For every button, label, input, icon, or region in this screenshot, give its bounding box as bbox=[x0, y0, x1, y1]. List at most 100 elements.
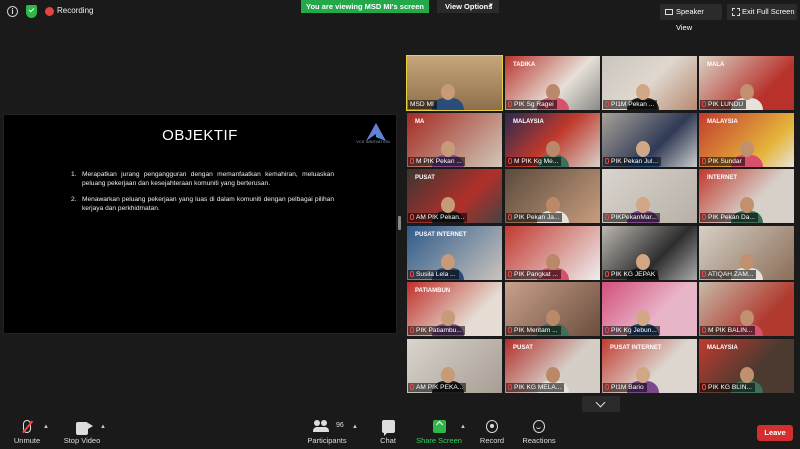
gallery-next-page-button[interactable] bbox=[582, 396, 620, 412]
participant-name: AM PIK Pekan... bbox=[416, 214, 465, 221]
microphone-muted-icon bbox=[410, 327, 414, 333]
participant-name: PIK Pekan Ja... bbox=[514, 214, 560, 221]
participant-name: PIK Pekan Jul... bbox=[611, 158, 658, 165]
participant-tile[interactable]: PIKPekanMar... bbox=[602, 169, 697, 223]
reactions-label: Reactions bbox=[522, 436, 556, 445]
background-sign-text: PUSAT bbox=[415, 175, 435, 181]
participant-tile[interactable]: M PIK BALIN... bbox=[699, 282, 794, 336]
participant-tile[interactable]: PUSAT INTERNET PI1M Bario bbox=[602, 339, 697, 393]
unmute-button[interactable]: Unmute bbox=[8, 418, 46, 446]
participant-tile[interactable]: MALAYSIA PIK Sundar bbox=[699, 113, 794, 167]
participants-options-caret-icon[interactable]: ▲ bbox=[352, 424, 358, 430]
slide-logo-text: VCS INNOVATION bbox=[356, 140, 390, 144]
leave-button[interactable]: Leave bbox=[757, 425, 793, 441]
participant-name-label: PIK Pekan Jul... bbox=[603, 157, 661, 166]
participant-name: M PIK Kg Me... bbox=[514, 158, 559, 165]
participant-tile[interactable]: MALAYSIA PIK KG BLIN... bbox=[699, 339, 794, 393]
speaker-view-button[interactable]: Speaker View bbox=[660, 4, 722, 32]
participant-name: PIK KG JEPAK bbox=[611, 271, 656, 278]
participant-name-label: M PIK Pekan ... bbox=[408, 157, 465, 166]
exit-full-screen-label: Exit Full Screen bbox=[742, 7, 795, 16]
participant-name-label: M PIK BALIN... bbox=[700, 326, 756, 335]
microphone-muted-icon bbox=[702, 158, 706, 164]
participant-tile[interactable]: PUSAT INTERNET Susila Lela ... bbox=[407, 226, 502, 280]
participants-count: 96 bbox=[336, 422, 344, 429]
participant-name: PIK Sundar bbox=[708, 158, 742, 165]
stop-video-button[interactable]: Stop Video bbox=[60, 418, 104, 446]
view-options-button[interactable]: View Options ▼ bbox=[437, 0, 499, 13]
microphone-muted-icon bbox=[508, 327, 512, 333]
recording-label: Recording bbox=[57, 6, 94, 15]
microphone-muted-icon bbox=[605, 101, 609, 107]
stop-video-label: Stop Video bbox=[63, 436, 101, 445]
participant-tile[interactable]: PIK Pangkat ... bbox=[505, 226, 600, 280]
participant-name: Susila Lela ... bbox=[416, 271, 456, 278]
info-icon[interactable]: i bbox=[7, 6, 18, 17]
participant-tile[interactable]: PUSAT PIK KG MELA... bbox=[505, 339, 600, 393]
participant-tile[interactable]: PATIAMBUN PIK Patiambu... bbox=[407, 282, 502, 336]
participant-name-label: M PIK Kg Me... bbox=[506, 157, 562, 166]
video-options-caret-icon[interactable]: ▲ bbox=[100, 424, 106, 430]
shared-screen[interactable]: OBJEKTIF VCS INNOVATION 1. Merapatkan ju… bbox=[3, 114, 397, 334]
participant-name: PIK Sg Ragei bbox=[514, 101, 554, 108]
reactions-button[interactable]: Reactions bbox=[520, 418, 558, 446]
participant-name: MSD MI bbox=[410, 101, 434, 108]
share-screen-button[interactable]: Share Screen bbox=[416, 418, 462, 446]
slide-objective-list: 1. Merapatkan jurang pengangguran dengan… bbox=[70, 171, 334, 221]
microphone-muted-icon bbox=[23, 420, 31, 433]
background-sign-text: INTERNET bbox=[707, 175, 737, 181]
shield-icon[interactable] bbox=[26, 5, 37, 18]
unmute-label: Unmute bbox=[13, 436, 41, 445]
exit-full-screen-icon bbox=[732, 8, 740, 16]
participant-tile[interactable]: PIK Pekan Jul... bbox=[602, 113, 697, 167]
split-view-resize-handle[interactable] bbox=[398, 216, 401, 230]
participant-name: PIK Pekan Da... bbox=[708, 214, 755, 221]
record-button[interactable]: Record bbox=[476, 418, 508, 446]
participant-tile[interactable]: AM PIK PEKA... bbox=[407, 339, 502, 393]
background-sign-text: MALAYSIA bbox=[707, 345, 738, 351]
chat-icon bbox=[381, 420, 395, 436]
microphone-muted-icon bbox=[508, 271, 512, 277]
chevron-down-icon: ▼ bbox=[488, 3, 494, 9]
microphone-muted-icon bbox=[702, 101, 706, 107]
participant-tile[interactable]: MSD MI bbox=[406, 55, 503, 111]
participant-name: PI1M Bario bbox=[611, 384, 644, 391]
share-options-caret-icon[interactable]: ▲ bbox=[460, 424, 466, 430]
meeting-toolbar: Unmute ▲ Stop Video ▲ Participants 96 ▲ … bbox=[0, 414, 800, 449]
audio-options-caret-icon[interactable]: ▲ bbox=[43, 424, 49, 430]
background-sign-text: PATIAMBUN bbox=[415, 288, 451, 294]
microphone-muted-icon bbox=[410, 214, 414, 220]
participant-name: M PIK Pekan ... bbox=[416, 158, 462, 165]
participant-name-label: MSD MI bbox=[408, 100, 437, 109]
microphone-muted-icon bbox=[605, 214, 609, 220]
participant-name-label: PIK Sg Ragei bbox=[506, 100, 557, 109]
exit-full-screen-button[interactable]: Exit Full Screen bbox=[727, 4, 797, 20]
participant-name-label: PIK Meritam ... bbox=[506, 326, 561, 335]
participant-tile[interactable]: MALA PIK LUNDU bbox=[699, 56, 794, 110]
participant-name-label: AM PIK PEKA... bbox=[408, 383, 467, 392]
participant-tile[interactable]: ATIQAH ZAM... bbox=[699, 226, 794, 280]
participant-tile[interactable]: MALAYSIA M PIK Kg Me... bbox=[505, 113, 600, 167]
participant-tile[interactable]: PIK Meritam ... bbox=[505, 282, 600, 336]
participants-label: Participants bbox=[307, 436, 347, 445]
participant-gallery: MSD MI TADIKA PIK Sg Ragei PI1M Pekan ... MA… bbox=[406, 55, 796, 393]
participant-tile[interactable]: INTERNET PIK Pekan Da... bbox=[699, 169, 794, 223]
participant-name-label: ATIQAH ZAM... bbox=[700, 270, 757, 279]
participant-name: PIK KG MELA... bbox=[514, 384, 562, 391]
microphone-muted-icon bbox=[605, 271, 609, 277]
participant-tile[interactable]: PIK Kg Jebun... bbox=[602, 282, 697, 336]
microphone-muted-icon bbox=[605, 327, 609, 333]
participant-tile[interactable]: TADIKA PIK Sg Ragei bbox=[505, 56, 600, 110]
participant-tile[interactable]: PI1M Pekan ... bbox=[602, 56, 697, 110]
participant-tile[interactable]: PUSAT AM PIK Pekan... bbox=[407, 169, 502, 223]
chat-button[interactable]: Chat bbox=[374, 418, 402, 446]
participant-tile[interactable]: PIK Pekan Ja... bbox=[505, 169, 600, 223]
slide-title: OBJEKTIF bbox=[162, 127, 238, 144]
video-camera-icon bbox=[76, 422, 93, 435]
participant-tile[interactable]: MA M PIK Pekan ... bbox=[407, 113, 502, 167]
participants-icon bbox=[313, 420, 329, 433]
record-icon bbox=[486, 420, 498, 433]
microphone-muted-icon bbox=[508, 384, 512, 390]
participant-tile[interactable]: PIK KG JEPAK bbox=[602, 226, 697, 280]
microphone-muted-icon bbox=[508, 214, 512, 220]
